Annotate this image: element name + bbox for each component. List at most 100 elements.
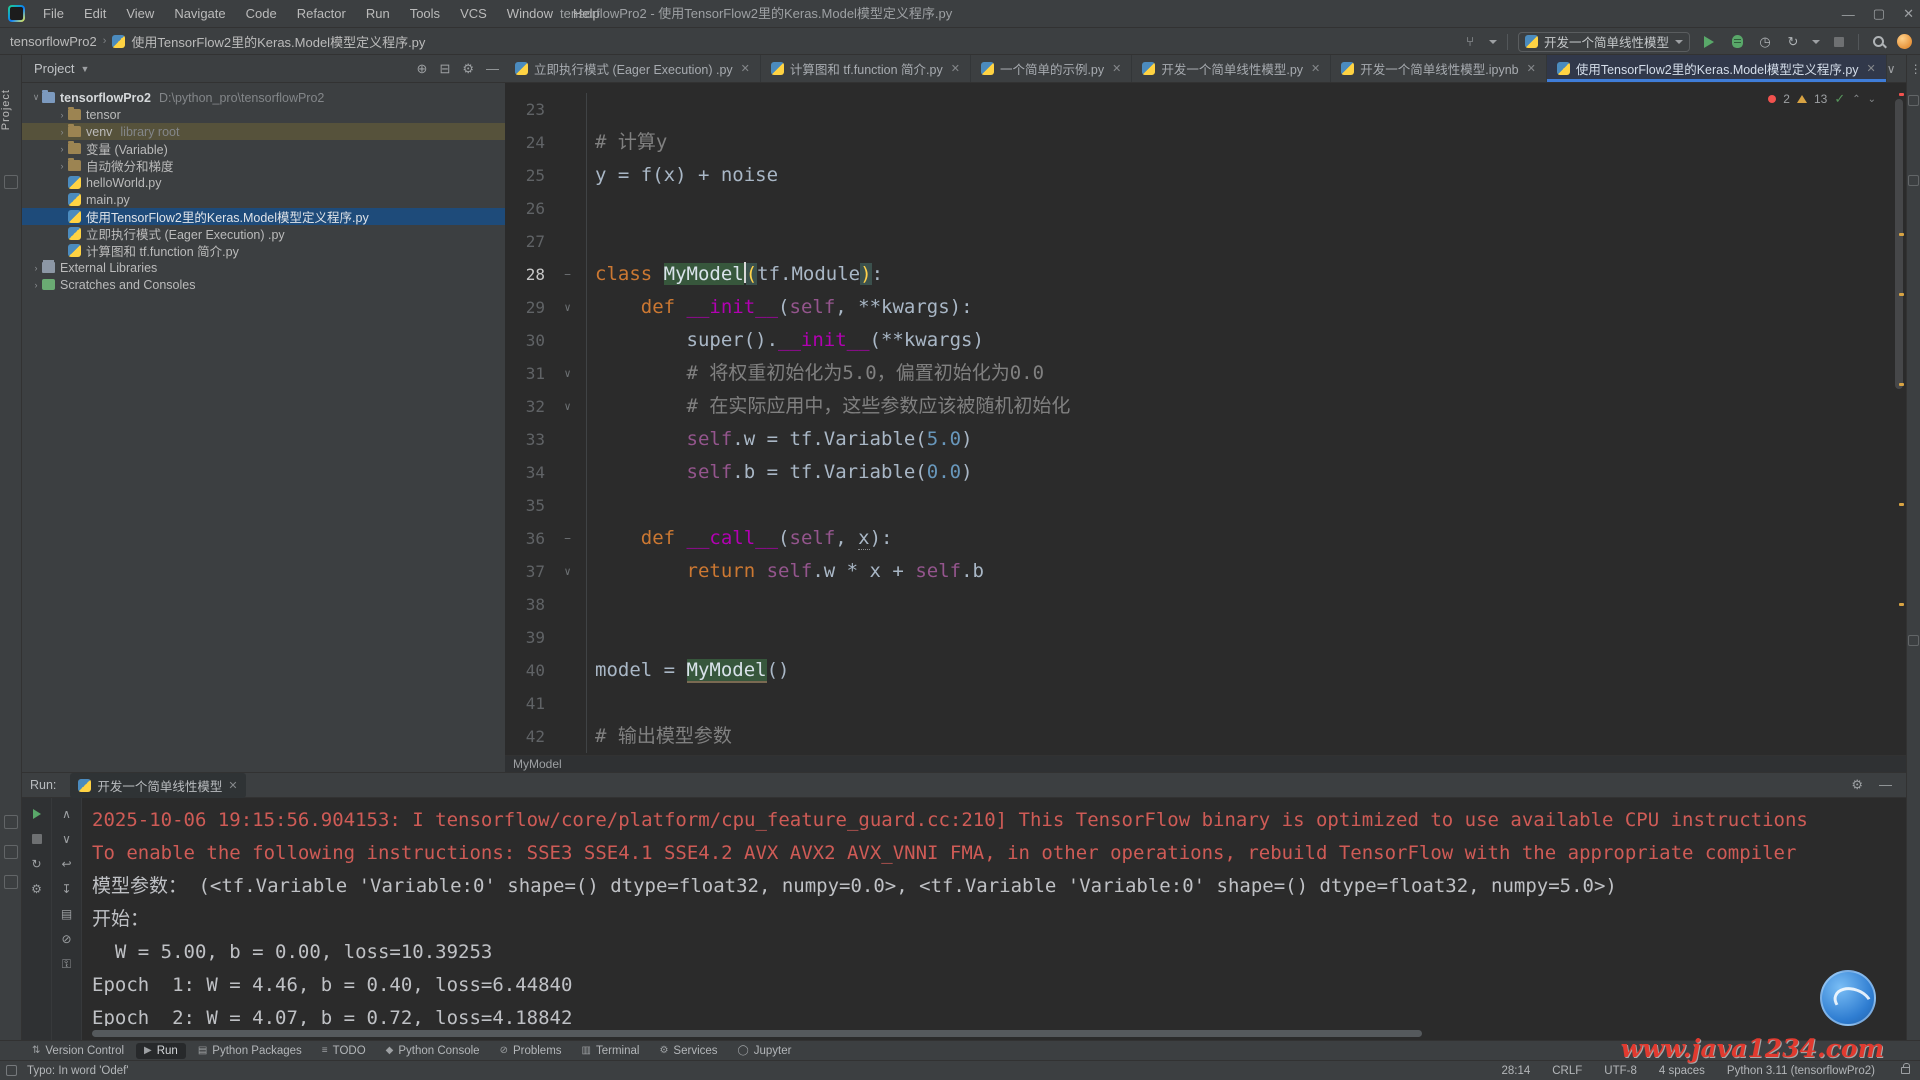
toolwindow-button-run[interactable]: ▶Run	[136, 1043, 186, 1059]
run-button[interactable]	[1700, 33, 1718, 51]
tool-window-switcher-icon[interactable]	[6, 1065, 17, 1076]
breadcrumb-file[interactable]: 使用TensorFlow2里的Keras.Model模型定义程序.py	[131, 32, 425, 51]
toolwindow-button-services[interactable]: ⚙Services	[651, 1043, 725, 1059]
tree-item[interactable]: ›变量 (Variable)	[22, 140, 505, 157]
breadcrumb-project[interactable]: tensorflowPro2	[10, 34, 97, 49]
close-tab-icon[interactable]: ✕	[951, 62, 960, 75]
editor-tab[interactable]: 开发一个简单线性模型.py✕	[1132, 55, 1331, 82]
sciview-icon[interactable]	[1908, 175, 1919, 186]
tree-item[interactable]: ›Scratches and Consoles	[22, 276, 505, 293]
tree-caret-icon[interactable]: ›	[30, 263, 42, 273]
toolwindow-button-terminal[interactable]: ▥Terminal	[574, 1043, 648, 1059]
close-tab-icon[interactable]: ✕	[1112, 62, 1121, 75]
run-settings-icon[interactable]: ⚙	[29, 881, 45, 897]
run-console-output[interactable]: 2025-10-06 19:15:56.904153: I tensorflow…	[92, 804, 1906, 1026]
pin-icon[interactable]: ⚿	[59, 956, 75, 972]
git-dropdown-icon[interactable]	[1489, 40, 1497, 44]
toolwindow-button-python-packages[interactable]: ▤Python Packages	[190, 1043, 310, 1059]
settings-gear-icon[interactable]: ⚙	[462, 61, 474, 77]
hide-panel-icon[interactable]: —	[1879, 777, 1892, 793]
code-editor[interactable]: 2324# 计算y25y = f(x) + noise262728−class …	[505, 83, 1906, 755]
editor-tab[interactable]: 立即执行模式 (Eager Execution) .py✕	[505, 55, 761, 82]
hide-panel-icon[interactable]: —	[486, 61, 499, 76]
menu-tools[interactable]: Tools	[402, 4, 448, 23]
toolwindow-button-version-control[interactable]: ⇅Version Control	[24, 1043, 132, 1059]
git-branch-icon[interactable]: ⑂	[1461, 33, 1479, 51]
restart-icon[interactable]: ↻	[29, 856, 45, 872]
toolwindow-button-problems[interactable]: ⊘Problems	[492, 1043, 570, 1059]
tree-item[interactable]: ›External Libraries	[22, 259, 505, 276]
clear-console-icon[interactable]: ⊘	[59, 931, 75, 947]
fold-marker-icon[interactable]: ∨	[549, 555, 587, 588]
tree-item[interactable]: main.py	[22, 191, 505, 208]
editor-tab[interactable]: 计算图和 tf.function 简介.py✕	[761, 55, 971, 82]
menu-navigate[interactable]: Navigate	[166, 4, 233, 23]
tree-item[interactable]: ›自动微分和梯度	[22, 157, 505, 174]
more-options-icon[interactable]: ⋮	[1910, 62, 1920, 76]
stop-run-button[interactable]	[29, 831, 45, 847]
debug-toolwindow-icon[interactable]	[4, 875, 18, 889]
project-panel-title[interactable]: Project	[34, 61, 74, 76]
indent-style[interactable]: 4 spaces	[1659, 1065, 1705, 1077]
settings-gear-icon[interactable]: ⚙	[1851, 777, 1863, 793]
coverage-button[interactable]: ↻	[1784, 33, 1802, 51]
hidden-tabs-icon[interactable]: ∨	[1887, 62, 1896, 76]
scroll-to-end-icon[interactable]: ↧	[59, 881, 75, 897]
menu-view[interactable]: View	[118, 4, 162, 23]
tree-item[interactable]: 立即执行模式 (Eager Execution) .py	[22, 225, 505, 242]
editor-tab[interactable]: 一个简单的示例.py✕	[971, 55, 1132, 82]
readonly-lock-icon[interactable]	[1901, 1067, 1910, 1074]
favorites-icon[interactable]	[4, 845, 18, 859]
bookmarks-icon[interactable]	[4, 175, 18, 189]
tree-item[interactable]: ∨tensorflowPro2D:\python_pro\tensorflowP…	[22, 89, 505, 106]
stop-button[interactable]	[1830, 33, 1848, 51]
locate-file-icon[interactable]: ⊕	[417, 61, 428, 77]
chevron-down-icon[interactable]: ▼	[80, 64, 89, 74]
file-encoding[interactable]: UTF-8	[1604, 1065, 1637, 1077]
run-tab[interactable]: 开发一个简单线性模型 ✕	[70, 773, 245, 798]
tree-caret-icon[interactable]: ›	[56, 161, 68, 171]
menu-code[interactable]: Code	[238, 4, 285, 23]
editor-tab[interactable]: 使用TensorFlow2里的Keras.Model模型定义程序.py✕	[1547, 55, 1887, 82]
more-run-options-icon[interactable]	[1812, 40, 1820, 44]
close-tab-icon[interactable]: ✕	[741, 62, 750, 75]
tree-item[interactable]: 计算图和 tf.function 简介.py	[22, 242, 505, 259]
breadcrumb-class[interactable]: MyModel	[513, 757, 562, 771]
inspection-widget[interactable]: 2 13 ✓ ⌃ ⌄	[1768, 91, 1876, 107]
print-icon[interactable]: ▤	[59, 906, 75, 922]
database-icon[interactable]	[1908, 635, 1919, 646]
profiler-button[interactable]: ◷	[1756, 33, 1774, 51]
tree-caret-icon[interactable]: ›	[56, 110, 68, 120]
collapse-all-icon[interactable]: ⊟	[439, 61, 450, 77]
prev-issue-icon[interactable]: ⌃	[1852, 94, 1860, 105]
menu-file[interactable]: File	[35, 4, 72, 23]
notifications-icon[interactable]	[1908, 95, 1919, 106]
python-interpreter[interactable]: Python 3.11 (tensorflowPro2)	[1727, 1065, 1875, 1077]
fold-marker-icon[interactable]: −	[549, 522, 587, 555]
minimize-button[interactable]: —	[1842, 7, 1855, 22]
menu-window[interactable]: Window	[499, 4, 561, 23]
fold-marker-icon[interactable]: ∨	[549, 390, 587, 423]
tree-caret-icon[interactable]: ∨	[30, 92, 42, 103]
tree-item[interactable]: helloWorld.py	[22, 174, 505, 191]
line-separator[interactable]: CRLF	[1552, 1065, 1582, 1077]
debug-button[interactable]	[1728, 33, 1746, 51]
close-button[interactable]: ✕	[1903, 6, 1914, 22]
menu-run[interactable]: Run	[358, 4, 398, 23]
search-everywhere-icon[interactable]	[1869, 33, 1887, 51]
tree-item[interactable]: 使用TensorFlow2里的Keras.Model模型定义程序.py	[22, 208, 505, 225]
close-tab-icon[interactable]: ✕	[1527, 62, 1536, 75]
close-tab-icon[interactable]: ✕	[1867, 62, 1876, 75]
caret-position[interactable]: 28:14	[1501, 1065, 1530, 1077]
toolwindow-button-todo[interactable]: ≡TODO	[314, 1043, 374, 1059]
menu-refactor[interactable]: Refactor	[289, 4, 354, 23]
run-configuration-select[interactable]: 开发一个简单线性模型	[1518, 32, 1690, 52]
tree-item[interactable]: ›venvlibrary root	[22, 123, 505, 140]
down-stacktrace-icon[interactable]: ∨	[59, 831, 75, 847]
fold-marker-icon[interactable]: ∨	[549, 291, 587, 324]
tree-caret-icon[interactable]: ›	[30, 280, 42, 290]
close-icon[interactable]: ✕	[228, 779, 237, 792]
plugin-orange-icon[interactable]	[1897, 34, 1912, 49]
floating-widget-icon[interactable]	[1820, 970, 1876, 1026]
next-issue-icon[interactable]: ⌄	[1868, 94, 1876, 105]
